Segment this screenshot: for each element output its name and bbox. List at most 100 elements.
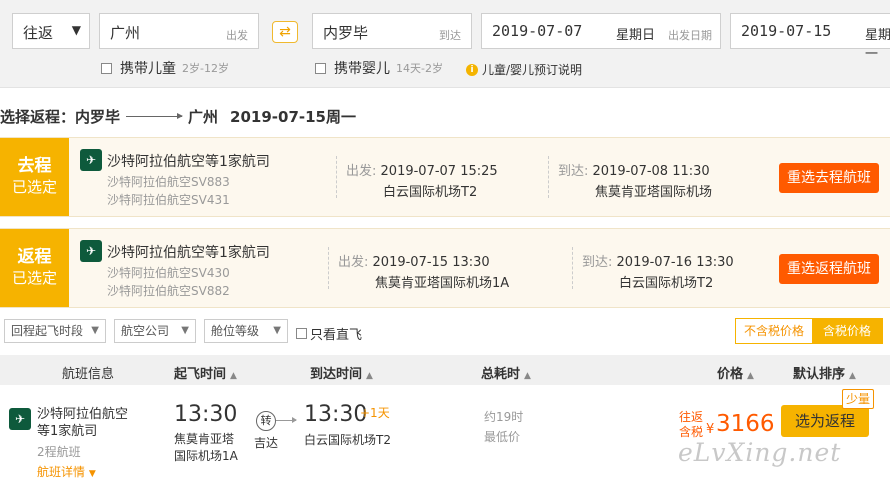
trip-type-select[interactable]: 往返 ▼ <box>12 13 90 49</box>
arrive-datetime: 2019-07-16 13:30 <box>616 255 734 270</box>
child-checkbox[interactable] <box>101 62 112 74</box>
infant-option[interactable]: 携带婴儿 14天-2岁 <box>315 58 443 78</box>
return-weekday: 星期一 <box>865 28 890 62</box>
leg-tag-status: 已选定 <box>11 269 57 287</box>
watermark: eLvXing.net <box>678 438 842 467</box>
sort-arrive-time[interactable]: 到达时间 ▲ <box>310 363 373 382</box>
reselect-outbound-button[interactable]: 重选去程航班 <box>779 163 879 193</box>
swap-cities-button[interactable]: ⇄ <box>272 21 298 43</box>
leg-tag-title: 返程 <box>17 247 52 267</box>
return-time-filter-label: 回程起飞时段 <box>11 324 84 338</box>
filter-bar: 回程起飞时段 ▼ 航空公司 ▼ 舱位等级 ▼ 只看直飞 不含税价格 含税价格 <box>0 315 890 347</box>
sort-default[interactable]: 默认排序 ▲ <box>793 363 856 382</box>
leg-flight-number: 沙特阿拉伯航空SV430 <box>107 266 230 280</box>
leg-flight-number: 沙特阿拉伯航空SV882 <box>107 284 230 298</box>
next-day-badge: +1天 <box>360 406 390 420</box>
sort-total-label: 总耗时 <box>481 367 521 382</box>
row-depart-time: 13:30 <box>174 402 238 427</box>
leg-depart-airport: 焦莫肯亚塔国际机场1A <box>375 276 510 291</box>
return-date-input[interactable]: 2019-07-15 星期一 <box>730 13 890 62</box>
leg-flight-number: 沙特阿拉伯航空SV883 <box>107 175 230 189</box>
few-seats-badge: 少量 <box>842 389 874 409</box>
infant-checkbox[interactable] <box>315 62 326 74</box>
search-bar: 往返 ▼ 广州 出发 ⇄ 内罗毕 到达 2019-07-07 星期日 出发日期 … <box>0 0 890 88</box>
depart-date-input[interactable]: 2019-07-07 星期日 出发日期 <box>481 13 721 49</box>
airline-logo-icon: ✈ <box>80 149 102 171</box>
col-flight-info: 航班信息 <box>62 367 115 382</box>
arrive-label: 到达: <box>558 164 589 179</box>
results-header: 航班信息 起飞时间 ▲ 到达时间 ▲ 总耗时 ▲ 价格 ▲ 默认排序 ▲ <box>0 355 890 385</box>
incl-tax-tab[interactable]: 含税价格 <box>812 319 882 343</box>
swap-icon: ⇄ <box>279 24 291 40</box>
chevron-down-icon: ▼ <box>273 325 281 336</box>
excl-tax-tab[interactable]: 不含税价格 <box>736 319 812 343</box>
divider <box>572 247 573 289</box>
row-arrive-airport: 白云国际机场T2 <box>304 433 391 447</box>
from-city-value: 广州 <box>110 24 141 42</box>
arrive-label: 到达: <box>582 255 613 270</box>
chevron-down-icon: ▼ <box>181 325 189 336</box>
currency-symbol: ¥ <box>706 422 715 437</box>
depart-datetime: 2019-07-07 15:25 <box>380 164 498 179</box>
divider <box>336 156 337 198</box>
sort-total-time[interactable]: 总耗时 ▲ <box>481 363 531 382</box>
sort-arrive-label: 到达时间 <box>310 367 363 382</box>
leg-tag: 返程 已选定 <box>0 229 69 307</box>
sort-price[interactable]: 价格 ▲ <box>717 363 754 382</box>
sort-arrow-icon: ▲ <box>230 371 237 381</box>
leg-arrive-airport: 白云国际机场T2 <box>619 276 714 291</box>
infant-label: 携带婴儿 <box>334 61 390 77</box>
leg-flight-number: 沙特阿拉伯航空SV431 <box>107 193 230 207</box>
selected-return-leg: 返程 已选定 ✈ 沙特阿拉伯航空等1家航司 沙特阿拉伯航空SV430 沙特阿拉伯… <box>0 228 890 308</box>
direct-only-option[interactable]: 只看直飞 <box>296 324 362 343</box>
cabin-filter[interactable]: 舱位等级 ▼ <box>204 319 288 343</box>
info-icon: i <box>466 63 478 76</box>
page-title: 选择返程： 内罗毕 广州 2019-07-15周一 <box>0 106 356 127</box>
child-option[interactable]: 携带儿童 2岁-12岁 <box>101 58 229 78</box>
to-city-input[interactable]: 内罗毕 到达 <box>312 13 472 49</box>
sort-arrow-icon: ▲ <box>524 371 531 381</box>
child-hint: 2岁-12岁 <box>182 62 229 75</box>
leg-tag: 去程 已选定 <box>0 138 69 216</box>
lowest-price-tag: 最低价 <box>484 430 521 444</box>
divider <box>328 247 329 289</box>
flight-details-link[interactable]: 航班详情 ▼ <box>37 463 96 480</box>
airline-filter[interactable]: 航空公司 ▼ <box>114 319 196 343</box>
cabin-filter-label: 舱位等级 <box>211 324 260 338</box>
leg-arrive-time: 到达: 2019-07-08 11:30 <box>558 160 710 179</box>
price-label-roundtrip: 往返 <box>679 410 704 424</box>
airline-logo-icon: ✈ <box>9 408 31 430</box>
return-time-filter[interactable]: 回程起飞时段 ▼ <box>4 319 106 343</box>
depart-date-suffix: 出发日期 <box>668 29 712 42</box>
selection-to: 广州 <box>188 108 219 126</box>
divider <box>548 156 549 198</box>
leg-airline: 沙特阿拉伯航空等1家航司 <box>107 245 270 261</box>
row-duration: 约19时 <box>484 410 524 424</box>
arrow-right-icon <box>276 417 297 423</box>
sort-arrow-icon: ▲ <box>366 371 373 381</box>
transfer-city: 吉达 <box>254 436 279 450</box>
select-return-button[interactable]: 选为返程 <box>781 405 869 437</box>
sort-arrow-icon: ▲ <box>849 371 856 381</box>
leg-arrive-airport: 焦莫肯亚塔国际机场 <box>595 185 713 200</box>
trip-type-value: 往返 <box>23 24 54 42</box>
sort-default-label: 默认排序 <box>793 367 846 382</box>
leg-depart-time: 出发: 2019-07-15 13:30 <box>338 251 490 270</box>
booking-info-link[interactable]: i 儿童/婴儿预订说明 <box>466 61 582 78</box>
leg-arrive-time: 到达: 2019-07-16 13:30 <box>582 251 734 270</box>
to-city-value: 内罗毕 <box>323 24 369 42</box>
price-tax-toggle: 不含税价格 含税价格 <box>735 318 883 344</box>
depart-label: 出发: <box>346 164 377 179</box>
selected-outbound-leg: 去程 已选定 ✈ 沙特阿拉伯航空等1家航司 沙特阿拉伯航空SV883 沙特阿拉伯… <box>0 137 890 217</box>
from-city-input[interactable]: 广州 出发 <box>99 13 259 49</box>
leg-airline: 沙特阿拉伯航空等1家航司 <box>107 154 270 170</box>
direct-only-label: 只看直飞 <box>310 328 363 343</box>
row-depart-airport: 焦莫肯亚塔国际机场1A <box>174 432 238 463</box>
direct-only-checkbox[interactable] <box>296 328 307 339</box>
row-price: 3166 <box>716 411 775 437</box>
reselect-return-button[interactable]: 重选返程航班 <box>779 254 879 284</box>
price-type-label: 往返 含税 <box>679 410 703 440</box>
selection-date: 2019-07-15周一 <box>230 108 356 126</box>
return-date-value: 2019-07-15 <box>741 22 832 40</box>
sort-depart-time[interactable]: 起飞时间 ▲ <box>174 363 237 382</box>
